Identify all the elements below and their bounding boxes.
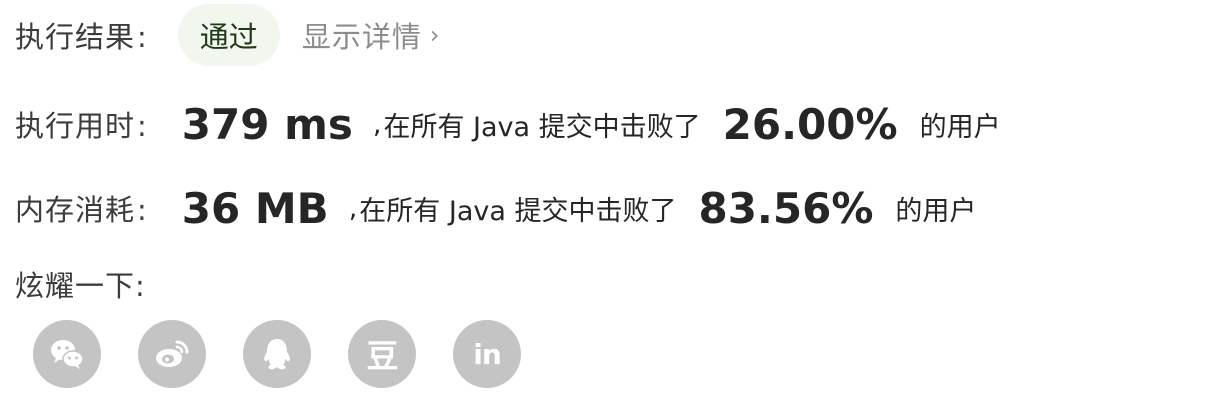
- memory-row: 内存消耗: 36 MB , 在所有 Java 提交中击败了 83.56% 的用户: [15, 176, 976, 240]
- show-details-link[interactable]: 显示详情 ›: [302, 14, 441, 56]
- status-badge: 通过: [177, 4, 280, 66]
- memory-separator: ,: [348, 192, 358, 224]
- douban-icon: 豆: [366, 337, 398, 375]
- result-row: 执行结果: 通过 显示详情 ›: [15, 4, 440, 66]
- share-douban-button[interactable]: 豆: [348, 320, 416, 388]
- runtime-label-text: 执行用时: [15, 109, 136, 143]
- share-weibo-button[interactable]: [138, 320, 206, 388]
- runtime-description: 在所有 Java 提交中击败了: [383, 111, 701, 143]
- runtime-label: 执行用时:: [15, 103, 148, 145]
- share-row: 炫耀一下:: [15, 262, 146, 306]
- wechat-icon: [51, 340, 84, 369]
- memory-label: 内存消耗:: [15, 187, 148, 229]
- linkedin-icon: in: [473, 337, 502, 371]
- share-qq-button[interactable]: [243, 320, 311, 388]
- share-wechat-button[interactable]: [33, 320, 101, 388]
- runtime-tail: 的用户: [919, 111, 1001, 143]
- runtime-percentile: 26.00%: [722, 99, 898, 149]
- chevron-right-icon: ›: [429, 21, 441, 49]
- show-details-text: 显示详情: [301, 20, 422, 54]
- share-linkedin-button[interactable]: in: [453, 320, 521, 388]
- memory-description: 在所有 Java 提交中击败了: [359, 195, 677, 227]
- memory-percentile: 83.56%: [698, 183, 874, 233]
- weibo-icon: [156, 340, 189, 367]
- share-label: 炫耀一下:: [15, 269, 146, 303]
- result-label-colon: :: [137, 20, 148, 54]
- memory-label-colon: :: [137, 193, 148, 227]
- runtime-value: 379 ms: [181, 99, 353, 149]
- qq-icon: [264, 339, 290, 370]
- memory-tail: 的用户: [895, 195, 977, 227]
- memory-value: 36 MB: [181, 183, 329, 233]
- status-text: 通过: [199, 20, 258, 54]
- share-icons: 豆 in: [33, 320, 521, 388]
- memory-label-text: 内存消耗: [15, 193, 136, 227]
- runtime-label-colon: :: [137, 109, 148, 143]
- result-label-text: 执行结果: [15, 20, 136, 54]
- runtime-row: 执行用时: 379 ms , 在所有 Java 提交中击败了 26.00% 的用…: [15, 92, 1001, 156]
- runtime-separator: ,: [372, 108, 382, 140]
- result-label: 执行结果:: [15, 14, 148, 56]
